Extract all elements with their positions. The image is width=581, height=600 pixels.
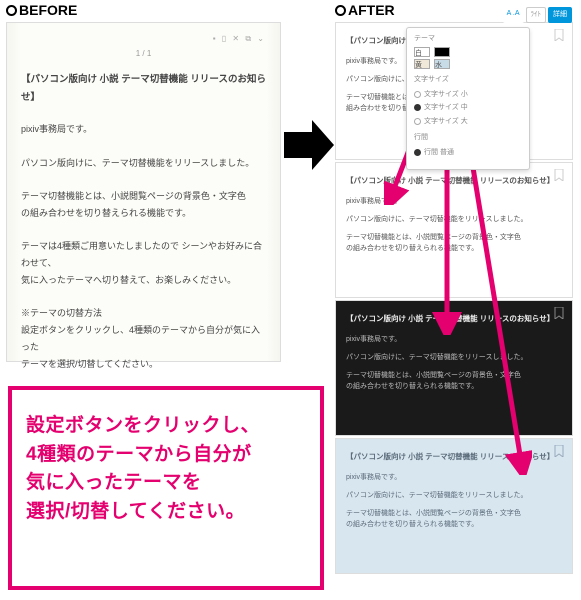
mode-button[interactable]: ﾗｲﾄ	[526, 7, 547, 23]
before-p2: パソコン版向けに、テーマ切替機能をリリースしました。	[21, 155, 266, 172]
toolbar-icons: ▪ ▯ ✕ ⧉ ⌄	[21, 31, 266, 46]
bookmark-icon[interactable]	[554, 169, 564, 186]
bookmark-icon[interactable]	[554, 29, 564, 46]
instruction-box: 設定ボタンをクリックし、 4種類のテーマから自分が 気に入ったテーマを 選択/切…	[8, 386, 324, 590]
bookmark-icon[interactable]	[554, 307, 564, 324]
linespace-label: 行間	[414, 132, 522, 144]
theme-swatch-black[interactable]	[434, 47, 450, 57]
linespace-normal[interactable]: 行間 普通	[414, 146, 522, 160]
after-panel-white-settings: A .A ﾗｲﾄ 詳細 【パソコン版向け 小説 テーマ切替｜ ( ) らせ】 p…	[335, 22, 573, 160]
theme-swatch-tan[interactable]: 黄	[414, 59, 430, 69]
after-panel-blue: 【パソコン版向け 小説 テーマ切替機能 リリースのお知らせ】 pixiv事務局で…	[335, 438, 573, 574]
page-indicator: 1 / 1	[21, 46, 266, 61]
before-p3: テーマ切替機能とは、小説閲覧ページの背景色・文字色の組み合わせを切り替えられる機…	[21, 188, 266, 222]
font-button[interactable]: A .A	[503, 7, 524, 23]
after-label: AFTER	[335, 2, 395, 18]
bookmark-icon[interactable]	[554, 445, 564, 462]
fontsize-large[interactable]: 文字サイズ 大	[414, 115, 522, 129]
after4-p2: パソコン版向けに、テーマ切替機能をリリースしました。	[346, 490, 562, 502]
fontsize-small[interactable]: 文字サイズ 小	[414, 88, 522, 102]
theme-settings-popover: テーマ 白 黄 水 文字サイズ 文字サイズ 小 文字サイズ 中 文字サイズ 大 …	[406, 27, 530, 170]
before-title: 【パソコン版向け 小説 テーマ切替機能 リリースのお知らせ】	[21, 71, 266, 107]
arrow-right-icon	[284, 120, 334, 170]
before-p5: ※テーマの切替方法設定ボタンをクリックし、4種類のテーマから自分が気に入ったテー…	[21, 305, 266, 373]
before-p4: テーマは4種類ご用意いたしましたので シーンやお好みに合わせて、気に入ったテーマ…	[21, 238, 266, 289]
fontsize-medium[interactable]: 文字サイズ 中	[414, 101, 522, 115]
theme-swatch-white[interactable]: 白	[414, 47, 430, 57]
arrow-pink-3	[462, 135, 532, 480]
instruction-text: 設定ボタンをクリックし、 4種類のテーマから自分が 気に入ったテーマを 選択/切…	[26, 412, 306, 526]
before-panel: ▪ ▯ ✕ ⧉ ⌄ 1 / 1 【パソコン版向け 小説 テーマ切替機能 リリース…	[6, 22, 281, 362]
fontsize-label: 文字サイズ	[414, 74, 522, 86]
theme-label: テーマ	[414, 33, 522, 45]
before-p1: pixiv事務局です。	[21, 121, 266, 138]
theme-swatch-blue[interactable]: 水	[434, 59, 450, 69]
before-label: BEFORE	[6, 2, 77, 18]
detail-button[interactable]: 詳細	[548, 7, 572, 23]
after4-p3: テーマ切替機能とは、小説閲覧ページの背景色・文字色の組み合わせを切り替えられる機…	[346, 508, 562, 532]
